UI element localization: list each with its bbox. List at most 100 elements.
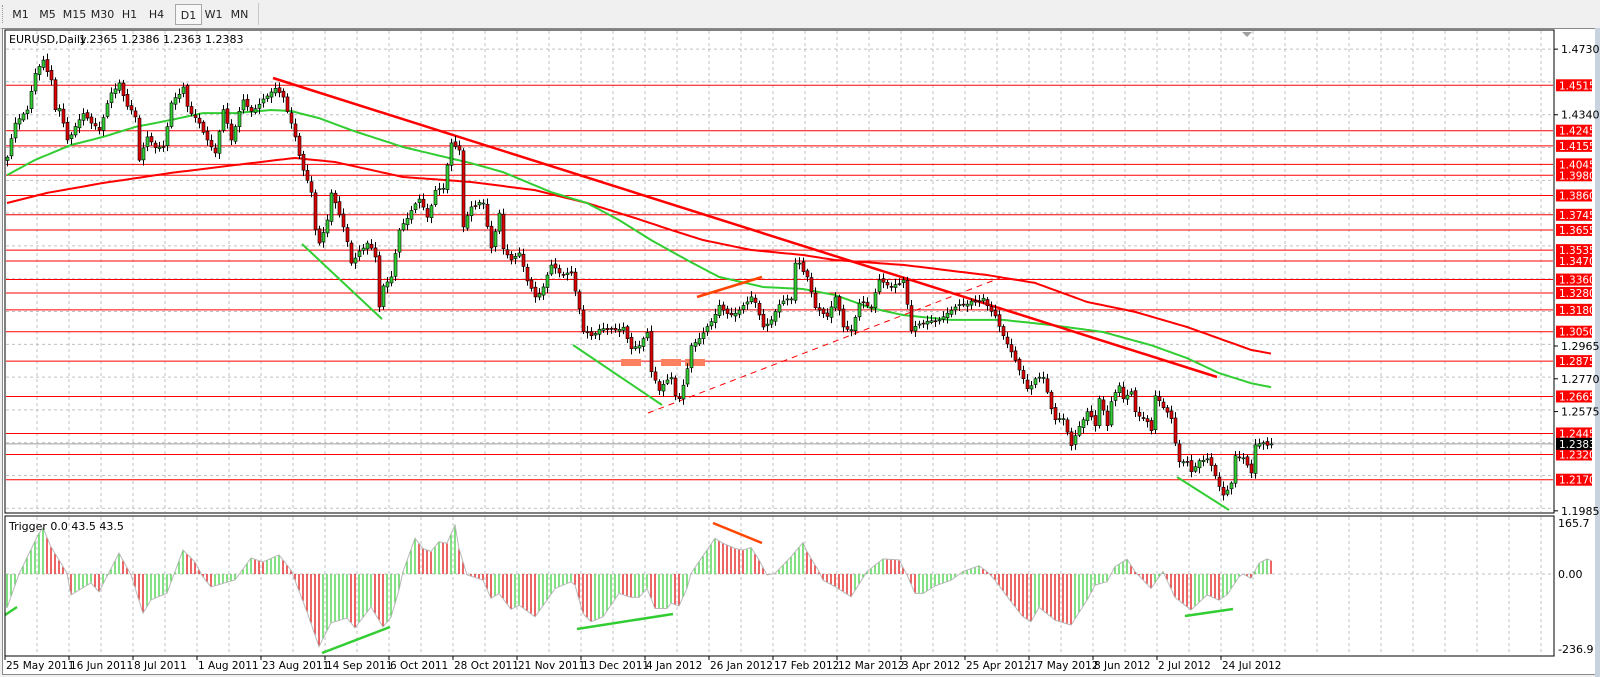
candle (829, 301, 834, 324)
candle (1005, 332, 1010, 349)
candle (1141, 411, 1146, 422)
candle-body-bear (229, 123, 234, 141)
date-label: 1 Aug 2011 (198, 660, 259, 672)
date-label: 17 May 2012 (1030, 660, 1098, 672)
candle-body-bull (397, 229, 402, 253)
candle (233, 124, 238, 145)
candle-body-bull (633, 346, 638, 349)
candle (201, 120, 206, 135)
zone-rectangle[interactable] (621, 359, 641, 366)
candle (1201, 455, 1206, 467)
candle-body-bear (1101, 399, 1106, 411)
date-label: 6 Oct 2011 (390, 660, 448, 672)
chart-shift-marker-icon[interactable] (1242, 32, 1252, 37)
candle (1265, 437, 1270, 450)
main-plot-frame (4, 29, 1555, 514)
candle (17, 113, 22, 130)
candle-body-bear (757, 303, 762, 316)
candle-body-bear (1265, 441, 1270, 446)
candle-body-bull (1257, 443, 1262, 447)
candle (549, 259, 554, 276)
candle-body-bull (849, 329, 854, 331)
indicator-divergence-line[interactable] (712, 521, 763, 545)
candle (25, 105, 30, 120)
candle (721, 301, 726, 316)
candle (1101, 396, 1106, 416)
candle-body-bull (773, 311, 778, 322)
candle (797, 257, 802, 270)
candle-body-bear (813, 292, 818, 308)
candle-body-bear (281, 90, 286, 98)
candle-body-bull (741, 305, 746, 310)
candle-body-bear (529, 279, 534, 289)
candle (317, 225, 322, 246)
level-price-label: 1.4245 (1559, 126, 1596, 138)
candle (61, 103, 66, 128)
candle-body-bear (897, 283, 902, 285)
candle-body-bear (1093, 415, 1098, 427)
candle-body-bear (285, 96, 290, 112)
candle-body-bull (173, 97, 178, 105)
candle-body-bull (1225, 489, 1230, 495)
candle (1209, 453, 1214, 472)
candle (137, 115, 142, 162)
candle-body-bull (449, 142, 454, 166)
zone-rectangle[interactable] (661, 359, 681, 366)
candle (1037, 372, 1042, 383)
candle-body-bear (921, 322, 926, 325)
indicator-divergence-line[interactable] (1184, 607, 1234, 618)
candle (725, 305, 730, 319)
candle (789, 296, 794, 305)
candle (809, 272, 814, 298)
candle-body-bull (857, 302, 862, 318)
candle-body-bear (489, 225, 494, 249)
candle-body-bull (381, 285, 386, 307)
indicator-divergence-line[interactable] (4, 605, 18, 617)
candle (329, 189, 334, 226)
current-price-label: 1.2383 (1559, 439, 1596, 451)
candle-body-bear (1237, 456, 1242, 459)
level-price-label: 1.3470 (1559, 256, 1596, 268)
candle-body-bull (389, 276, 394, 284)
level-price-label: 1.2320 (1559, 449, 1596, 461)
indicator-plot-frame (4, 515, 1555, 657)
candle-body-bear (1053, 407, 1058, 421)
candle (633, 340, 638, 351)
indicator-label: Trigger 0.0 43.5 43.5 (8, 520, 124, 533)
candle (625, 324, 630, 343)
candle (337, 196, 342, 218)
candle (13, 117, 18, 143)
time-axis: 25 May 201116 Jun 2011 8 Jul 2011 1 Aug 20… (4, 656, 1281, 672)
candle (669, 372, 674, 385)
price-chart[interactable]: EURUSD,Daily 1.2365 1.2386 1.2363 1.2383… (0, 0, 1600, 677)
candle-body-bear (809, 277, 814, 293)
candle-body-bull (853, 317, 858, 332)
candle-body-bull (637, 345, 642, 349)
date-label: 28 Oct 2011 (454, 660, 519, 672)
candle-body-bear (1009, 344, 1014, 353)
candle-body-bear (821, 308, 826, 314)
candle (1081, 417, 1086, 434)
candle (121, 79, 126, 102)
dashed-support-trendline[interactable] (647, 277, 1001, 414)
candle (449, 138, 454, 172)
candle-body-bull (441, 187, 446, 190)
candle-body-bull (565, 272, 570, 275)
candle (93, 117, 98, 130)
candle-body-bull (617, 329, 622, 332)
candle-body-bear (577, 291, 582, 310)
candle-body-bull (749, 296, 754, 303)
candle-body-bear (1045, 378, 1050, 393)
price-axis-label: 1.4340 (1561, 109, 1600, 122)
candle (1065, 417, 1070, 436)
candle (1169, 405, 1174, 424)
candle-body-bull (365, 242, 370, 250)
candle-body-bull (141, 147, 146, 161)
date-label: 26 Jan 2012 (710, 660, 773, 672)
candle (1109, 396, 1114, 428)
candle-body-bull (1205, 458, 1210, 461)
candle-body-bear (869, 306, 874, 309)
candle-body-bull (937, 319, 942, 322)
green-divergence-line[interactable] (301, 243, 383, 320)
indicator-divergence-line[interactable] (321, 625, 391, 655)
